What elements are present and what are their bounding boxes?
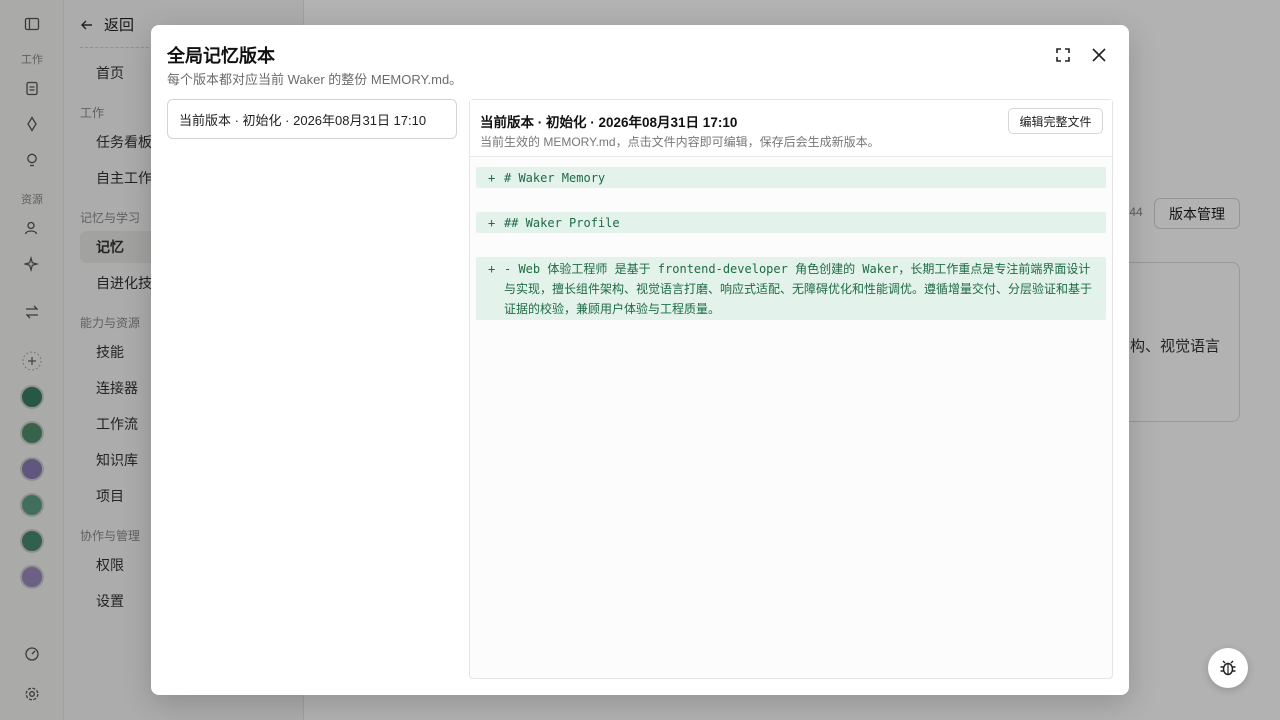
diff-text: # Waker Memory <box>504 170 606 185</box>
version-item[interactable]: 当前版本 · 初始化 · 2026年08月31日 17:10 <box>167 99 457 139</box>
version-detail-panel: 当前版本 · 初始化 · 2026年08月31日 17:10 当前生效的 MEM… <box>469 99 1113 679</box>
diff-line-added[interactable]: + - Web 体验工程师 是基于 frontend-developer 角色创… <box>476 257 1106 320</box>
diff-text: - Web 体验工程师 是基于 frontend-developer 角色创建的… <box>504 262 1093 316</box>
diff-line-added[interactable]: + ## Waker Profile <box>476 212 1106 233</box>
diff-text: ## Waker Profile <box>504 215 620 230</box>
diff-sign: + <box>488 170 496 185</box>
close-icon[interactable] <box>1089 45 1109 65</box>
edit-full-file-button[interactable]: 编辑完整文件 <box>1008 108 1103 134</box>
bug-report-button[interactable] <box>1208 648 1248 688</box>
panel-header: 当前版本 · 初始化 · 2026年08月31日 17:10 当前生效的 MEM… <box>470 100 1112 157</box>
version-list: 当前版本 · 初始化 · 2026年08月31日 17:10 <box>167 99 457 139</box>
panel-description: 当前生效的 MEMORY.md，点击文件内容即可编辑，保存后会生成新版本。 <box>480 135 880 149</box>
dialog-title: 全局记忆版本 <box>167 46 275 66</box>
diff-line-added[interactable]: + # Waker Memory <box>476 167 1106 188</box>
dialog-subtitle: 每个版本都对应当前 Waker 的整份 MEMORY.md。 <box>167 72 463 87</box>
panel-title: 当前版本 · 初始化 · 2026年08月31日 17:10 <box>480 115 738 130</box>
diff-sign: + <box>488 262 496 276</box>
expand-icon[interactable] <box>1053 45 1073 65</box>
memory-versions-dialog: 全局记忆版本 每个版本都对应当前 Waker 的整份 MEMORY.md。 当前… <box>151 25 1129 695</box>
diff-sign: + <box>488 215 496 230</box>
bug-icon <box>1220 660 1236 676</box>
